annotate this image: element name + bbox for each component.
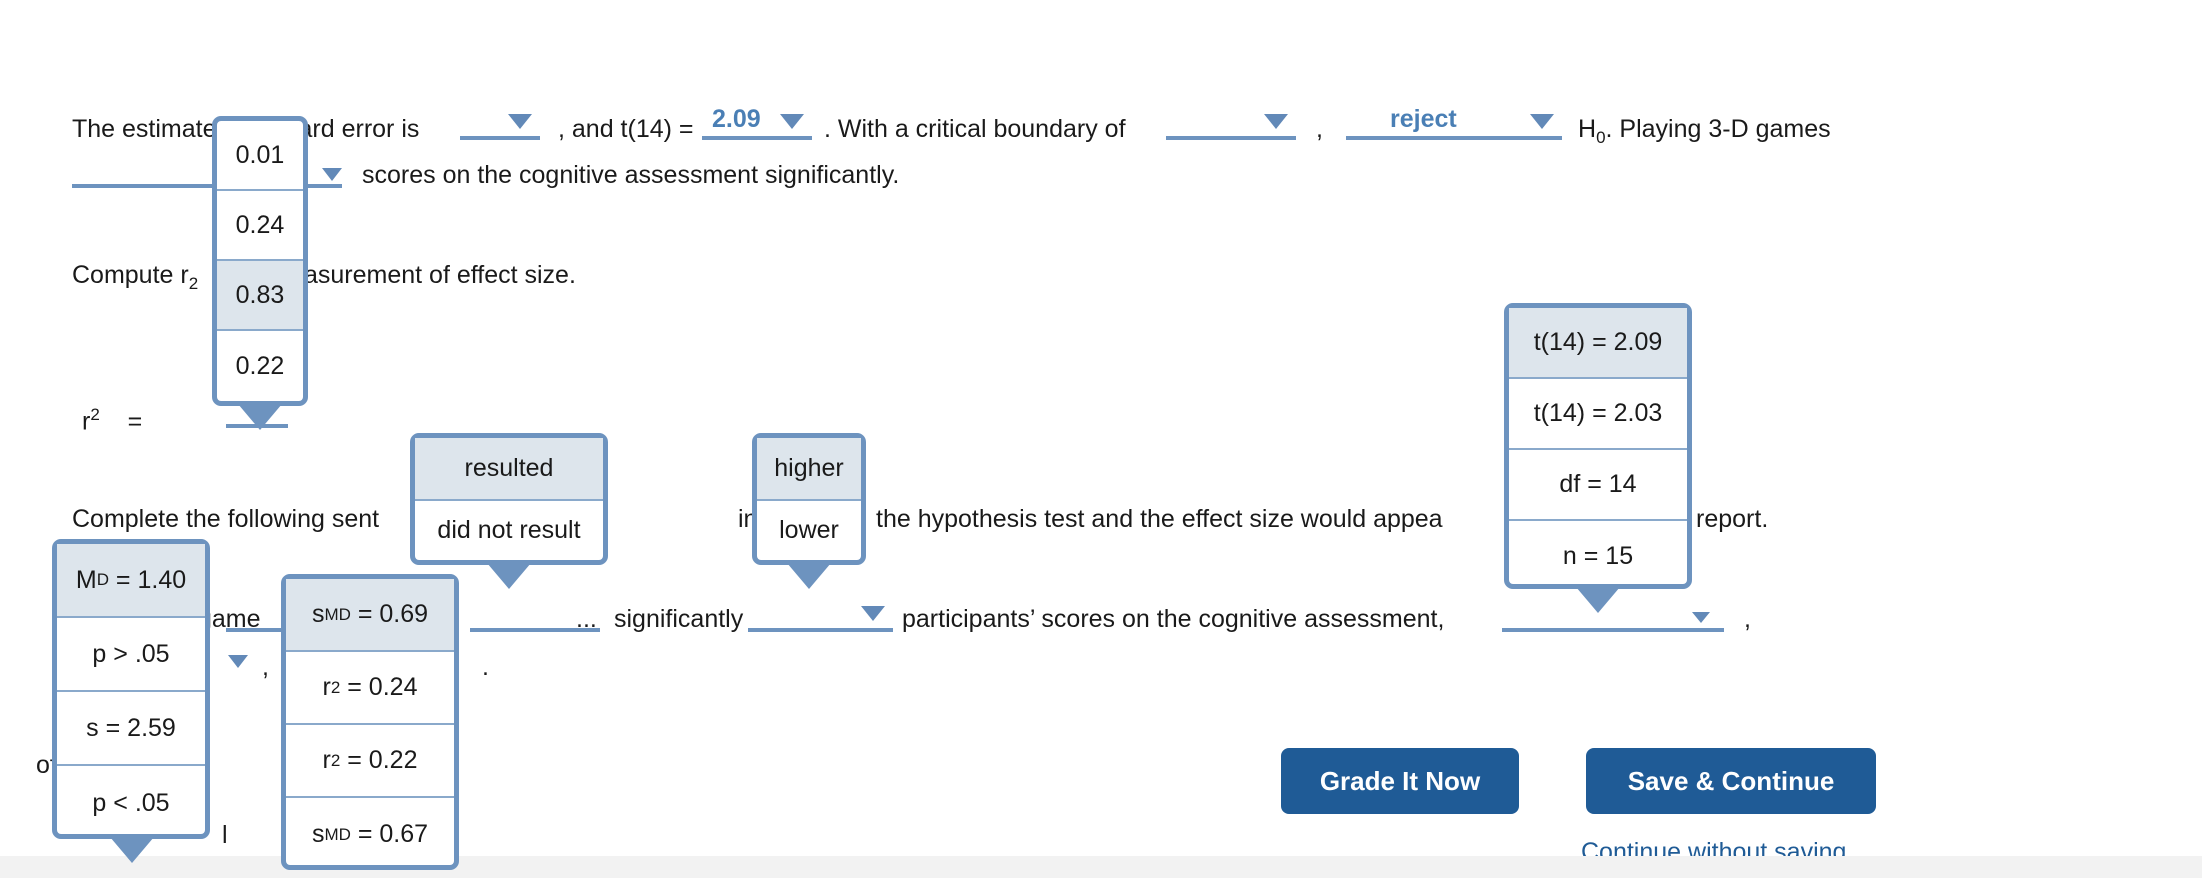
option-rest: = 0.22: [347, 746, 418, 774]
dropdown-tail: [238, 404, 282, 430]
dropdown-option[interactable]: s = 2.59: [57, 692, 205, 766]
chevron-down-icon: [228, 655, 248, 668]
standard-error-dropdown[interactable]: 0.01 0.24 0.83 0.22: [212, 116, 308, 406]
dropdown-option[interactable]: n = 15: [1509, 521, 1687, 592]
chevron-down-icon: [1530, 114, 1554, 129]
chevron-down-icon: [508, 114, 532, 129]
dropdown-option[interactable]: r2 = 0.22: [286, 725, 454, 798]
equals-sign: =: [127, 407, 143, 436]
option-subscript: MD: [324, 824, 351, 844]
option-main: s: [311, 820, 325, 848]
report-prefix: re: [1696, 505, 1719, 533]
t-value: 2.09: [712, 105, 761, 133]
r-exponent: 2: [90, 405, 100, 424]
dropdown-option-selected[interactable]: resulted: [415, 438, 603, 501]
dropdown-option[interactable]: p < .05: [57, 766, 205, 840]
paragraph3-line1-a: Complete the following sent: [72, 505, 380, 533]
option-rest: = 0.24: [347, 673, 418, 701]
compute-r-text: Compute r: [72, 261, 189, 289]
option-exponent: 2: [330, 677, 341, 697]
paragraph2-prefix: Compute r2: [72, 258, 198, 301]
direction-blank[interactable]: [748, 602, 893, 632]
paragraph3-significantly: significantly: [614, 605, 744, 633]
mean-difference-dropdown[interactable]: MD = 1.40 p > .05 s = 2.59 p < .05: [52, 539, 210, 839]
option-exponent: 2: [330, 750, 341, 770]
dropdown-option-selected[interactable]: s MD = 0.69: [286, 579, 454, 652]
chevron-down-icon: [780, 114, 804, 129]
decision-blank[interactable]: reject: [1346, 105, 1562, 140]
chevron-down-icon: [861, 606, 885, 621]
dropdown-option[interactable]: r2 = 0.24: [286, 652, 454, 725]
paragraph1-part-c: . With a critical boundary of: [824, 115, 1126, 143]
standard-error-blank[interactable]: [460, 110, 540, 140]
dropdown-option[interactable]: s MD = 0.67: [286, 798, 454, 871]
paragraph3-dots: ...: [576, 605, 597, 633]
h0-letter: H: [1578, 115, 1597, 143]
h0-subscript: 0: [1596, 128, 1606, 147]
dropdown-tail: [787, 563, 831, 589]
paragraph3-line3-period: .: [482, 653, 489, 681]
paragraph3-line2-d: ,: [1744, 605, 1751, 633]
option-main: s: [311, 600, 325, 628]
paragraph3-line1-d: report.: [1696, 502, 1768, 536]
chevron-down-icon: [322, 168, 342, 181]
dropdown-tail: [487, 563, 531, 589]
effect-size-dropdown[interactable]: s MD = 0.69 r2 = 0.24 r2 = 0.22 s MD = 0.6…: [281, 574, 459, 870]
chevron-down-icon: [1264, 114, 1288, 129]
paragraph3-line2-c: participants’ scores on the cognitive as…: [902, 605, 1445, 633]
dropdown-option-selected[interactable]: higher: [757, 438, 861, 501]
option-rest: = 1.40: [115, 565, 187, 594]
option-subscript: D: [96, 570, 109, 589]
chevron-down-icon: [1692, 612, 1710, 623]
compute-r-subscript: 2: [188, 274, 199, 293]
option-main: r: [322, 746, 331, 774]
option-rest: = 0.69: [357, 600, 429, 628]
paragraph1-part-b: , and t(14) =: [558, 115, 694, 143]
paragraph3-line1-c: the hypothesis test and the effect size …: [876, 505, 1443, 533]
dropdown-option[interactable]: 0.01: [217, 121, 303, 191]
t-value-blank[interactable]: 2.09: [702, 105, 812, 140]
paragraph1-part-d: . Playing 3-D games: [1605, 115, 1831, 143]
dropdown-option-selected[interactable]: t(14) = 2.09: [1509, 308, 1687, 379]
report-suffix: port.: [1718, 505, 1769, 533]
paragraph1-h0: H0. Playing 3-D games: [1578, 112, 1831, 155]
critical-boundary-blank[interactable]: [1166, 110, 1296, 140]
option-main: r: [322, 673, 331, 701]
dropdown-option[interactable]: 0.24: [217, 191, 303, 261]
dropdown-tail: [1576, 587, 1620, 613]
dropdown-option[interactable]: 0.22: [217, 331, 303, 401]
grade-it-now-button[interactable]: Grade It Now: [1281, 748, 1519, 814]
paragraph2-suffix: asurement of effect size.: [304, 261, 576, 289]
dropdown-option[interactable]: t(14) = 2.03: [1509, 379, 1687, 450]
paragraph3-line3-l: l: [222, 821, 228, 849]
dropdown-option-selected[interactable]: 0.83: [217, 261, 303, 331]
option-rest: = 0.67: [357, 820, 429, 848]
option-subscript: MD: [324, 604, 351, 624]
statistic-dropdown[interactable]: t(14) = 2.09 t(14) = 2.03 df = 14 n = 15: [1504, 303, 1692, 589]
dropdown-option[interactable]: lower: [757, 501, 861, 560]
decision-value: reject: [1390, 105, 1457, 133]
save-and-continue-button[interactable]: Save & Continue: [1586, 748, 1876, 814]
dropdown-option[interactable]: did not result: [415, 501, 603, 560]
dropdown-option[interactable]: p > .05: [57, 618, 205, 692]
result-dropdown[interactable]: resulted did not result: [410, 433, 608, 565]
paragraph3-line2-comma: ,: [262, 653, 269, 681]
option-main: M: [75, 565, 97, 594]
dropdown-option[interactable]: df = 14: [1509, 450, 1687, 521]
dropdown-option-selected[interactable]: MD = 1.40: [57, 544, 205, 618]
direction-dropdown[interactable]: higher lower: [752, 433, 866, 565]
r-squared-label: r2 =: [82, 398, 142, 438]
dropdown-tail: [110, 837, 154, 863]
paragraph1-comma-1: ,: [1316, 115, 1323, 143]
paragraph1-line2-tail: scores on the cognitive assessment signi…: [362, 161, 900, 189]
